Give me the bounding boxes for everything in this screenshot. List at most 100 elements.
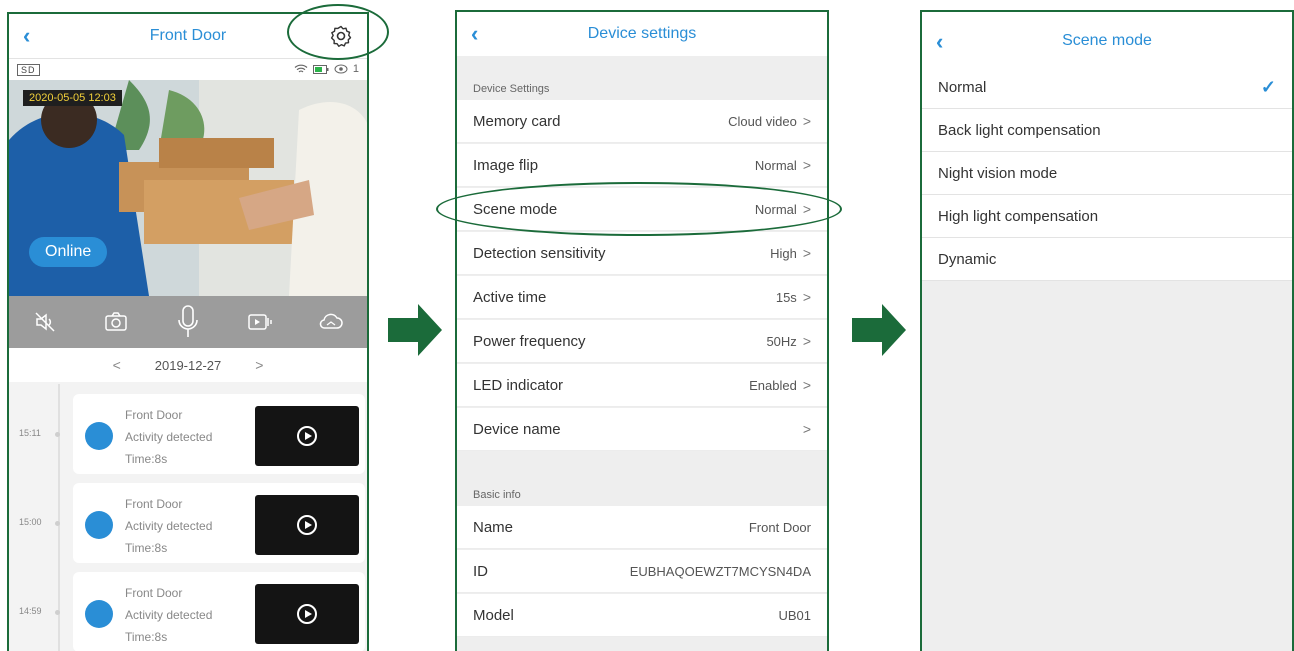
timeline-dot: [55, 610, 60, 615]
event-activity: Activity detected: [125, 430, 213, 444]
event-card[interactable]: Front Door Activity detected Time:8s: [73, 394, 365, 474]
setting-device-name[interactable]: Device name >: [457, 408, 827, 451]
chevron-right-icon: >: [802, 113, 811, 129]
setting-label: Device name: [473, 420, 561, 438]
setting-value: High: [770, 245, 797, 261]
chevron-right-icon: >: [802, 421, 811, 437]
scene-mode-header: ‹ Scene mode: [922, 12, 1292, 70]
scene-option-high-light[interactable]: High light compensation: [922, 195, 1292, 238]
event-time: 15:00: [19, 517, 42, 527]
scene-option-back-light[interactable]: Back light compensation: [922, 109, 1292, 152]
page-title: Scene mode: [1062, 32, 1152, 49]
status-icons: 1: [294, 63, 359, 75]
setting-detection-sensitivity[interactable]: Detection sensitivity High >: [457, 232, 827, 275]
event-device: Front Door: [125, 497, 183, 511]
scene-option-dynamic[interactable]: Dynamic: [922, 238, 1292, 281]
setting-led-indicator[interactable]: LED indicator Enabled >: [457, 364, 827, 407]
event-text: Front Door Activity detected Time:8s: [125, 493, 212, 559]
event-item[interactable]: 14:59 Front Door Activity detected Time:…: [9, 572, 367, 651]
quality-badge[interactable]: SD: [17, 64, 40, 76]
snapshot-icon[interactable]: [103, 309, 129, 335]
back-button[interactable]: ‹: [23, 23, 30, 49]
setting-value: 50Hz: [766, 333, 797, 349]
chevron-right-icon: >: [802, 333, 811, 349]
setting-power-frequency[interactable]: Power frequency 50Hz >: [457, 320, 827, 363]
event-text: Front Door Activity detected Time:8s: [125, 404, 212, 470]
eye-icon: [334, 64, 348, 74]
back-button[interactable]: ‹: [936, 29, 943, 55]
online-status-button[interactable]: Online: [29, 237, 108, 267]
mute-icon[interactable]: [32, 309, 58, 335]
event-video-thumbnail[interactable]: [255, 495, 359, 555]
setting-value: 15s: [775, 289, 797, 305]
wifi-icon: [294, 64, 308, 73]
play-icon[interactable]: [297, 426, 317, 446]
setting-label: Detection sensitivity: [473, 244, 606, 262]
option-label: Dynamic: [938, 250, 997, 268]
event-card[interactable]: Front Door Activity detected Time:8s: [73, 483, 365, 563]
event-time: 14:59: [19, 606, 42, 616]
cloud-icon[interactable]: [318, 309, 344, 335]
event-duration: Time:8s: [125, 541, 168, 555]
event-duration: Time:8s: [125, 452, 168, 466]
event-duration: Time:8s: [125, 630, 168, 644]
highlight-oval: [436, 182, 842, 236]
previous-date-button[interactable]: <: [113, 357, 121, 373]
info-label: ID: [473, 562, 488, 580]
event-card[interactable]: Front Door Activity detected Time:8s: [73, 572, 365, 651]
chevron-right-icon: >: [802, 289, 811, 305]
play-icon[interactable]: [297, 515, 317, 535]
highlight-circle: [287, 4, 389, 60]
setting-memory-card[interactable]: Memory card Cloud video >: [457, 100, 827, 143]
event-activity: Activity detected: [125, 519, 213, 533]
live-video-feed[interactable]: 2020-05-05 12:03 Online: [9, 80, 367, 296]
back-button[interactable]: ‹: [471, 21, 478, 47]
info-value: UB01: [778, 607, 811, 623]
setting-value: Enabled: [749, 377, 797, 393]
event-video-thumbnail[interactable]: [255, 584, 359, 644]
setting-label: Memory card: [473, 112, 561, 130]
checkmark-icon: ✓: [1260, 76, 1276, 97]
event-item[interactable]: 15:11 Front Door Activity detected Time:…: [9, 394, 367, 474]
info-label: Name: [473, 518, 514, 536]
scene-option-night-vision[interactable]: Night vision mode: [922, 152, 1292, 195]
setting-label: Image flip: [473, 156, 539, 174]
info-name: Name Front Door: [457, 506, 827, 549]
timeline-dot: [55, 432, 60, 437]
setting-active-time[interactable]: Active time 15s >: [457, 276, 827, 319]
date-selector: < 2019-12-27 >: [9, 348, 367, 382]
setting-value: Normal: [754, 157, 797, 173]
option-label: Normal: [938, 78, 987, 96]
video-controls: [9, 296, 367, 348]
settings-header: ‹ Device settings: [457, 12, 827, 56]
timeline-dot: [55, 521, 60, 526]
event-video-thumbnail[interactable]: [255, 406, 359, 466]
chevron-right-icon: >: [802, 157, 811, 173]
device-settings-screen: ‹ Device settings Device Settings Memory…: [455, 10, 829, 651]
setting-image-flip[interactable]: Image flip Normal >: [457, 144, 827, 187]
record-icon[interactable]: [247, 309, 273, 335]
event-text: Front Door Activity detected Time:8s: [125, 582, 212, 648]
microphone-icon[interactable]: [175, 305, 201, 337]
chevron-right-icon: >: [802, 245, 811, 261]
alarm-icon: [85, 600, 113, 628]
video-timestamp: 2020-05-05 12:03: [23, 90, 122, 106]
info-label: Model: [473, 606, 514, 624]
scene-option-normal[interactable]: Normal ✓: [922, 66, 1292, 109]
viewer-count: 1: [352, 63, 359, 75]
play-icon[interactable]: [297, 604, 317, 624]
setting-value: Cloud video: [728, 113, 797, 129]
next-date-button[interactable]: >: [255, 357, 263, 373]
setting-label: Power frequency: [473, 332, 586, 350]
event-device: Front Door: [125, 586, 183, 600]
page-title: Device settings: [587, 25, 697, 42]
arrow-right-icon: [388, 304, 442, 356]
event-item[interactable]: 15:00 Front Door Activity detected Time:…: [9, 483, 367, 563]
option-label: High light compensation: [938, 207, 1099, 225]
scene-mode-screen: ‹ Scene mode Normal ✓ Back light compens…: [920, 10, 1294, 651]
battery-icon: [312, 64, 329, 74]
event-activity: Activity detected: [125, 608, 213, 622]
setting-label: Active time: [473, 288, 547, 306]
info-model: Model UB01: [457, 594, 827, 637]
selected-date[interactable]: 2019-12-27: [155, 358, 222, 373]
